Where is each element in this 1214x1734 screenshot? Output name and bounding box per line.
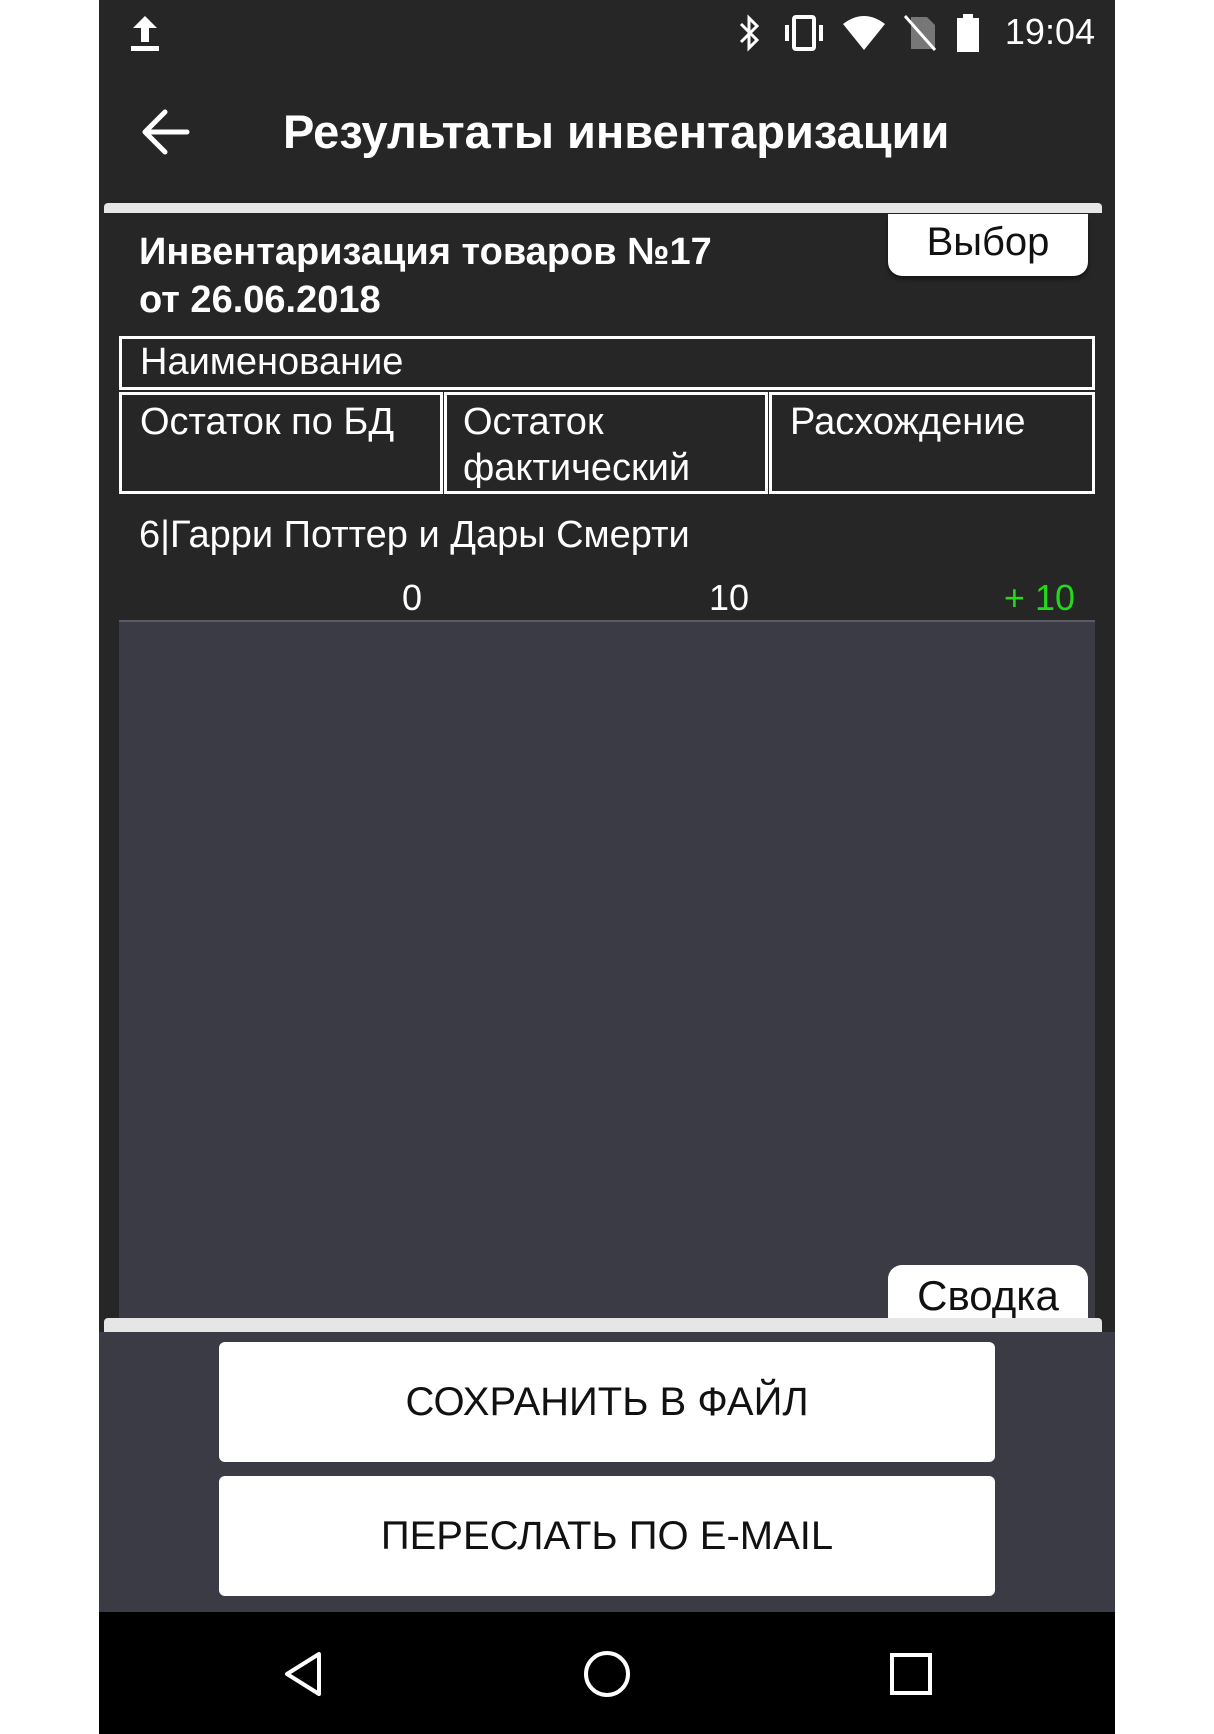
- document-title: Инвентаризация товаров №17 от 26.06.2018: [139, 228, 839, 324]
- vibrate-icon: [785, 15, 823, 51]
- row-difference: + 10: [1003, 577, 1075, 618]
- column-header-actual-stock-line1: Остаток: [463, 401, 604, 443]
- column-header-difference: Расхождение: [769, 392, 1095, 494]
- upload-icon: [131, 16, 159, 51]
- select-button[interactable]: Выбор: [888, 214, 1088, 276]
- row-actual-stock: 10: [709, 577, 750, 618]
- save-to-file-button[interactable]: СОХРАНИТЬ В ФАЙЛ: [219, 1342, 995, 1462]
- column-header-db-stock: Остаток по БД: [119, 392, 443, 494]
- home-circle-icon[interactable]: [581, 1648, 633, 1700]
- wifi-icon: [843, 16, 885, 50]
- document-title-line1: Инвентаризация товаров №17: [139, 231, 712, 273]
- items-list-area: [119, 620, 1095, 1322]
- recents-square-icon[interactable]: [885, 1648, 937, 1700]
- no-sim-icon: [903, 15, 937, 51]
- battery-icon: [957, 14, 979, 52]
- navigation-bar: [99, 1612, 1115, 1734]
- panel-bottom-border: [104, 1318, 1102, 1332]
- panel-top-border: [104, 203, 1102, 213]
- bluetooth-icon: [739, 14, 760, 52]
- back-triangle-icon[interactable]: [279, 1648, 331, 1700]
- status-time: 19:04: [1004, 11, 1095, 52]
- document-title-line2: от 26.06.2018: [139, 279, 381, 321]
- actions-area: СОХРАНИТЬ В ФАЙЛ ПЕРЕСЛАТЬ ПО E-MAIL: [99, 1332, 1115, 1612]
- page-title: Результаты инвентаризации: [283, 105, 950, 158]
- app-header: Результаты инвентаризации: [99, 66, 1115, 200]
- column-header-actual-stock: Остаток фактический: [444, 392, 768, 494]
- arrow-left-icon[interactable]: [139, 106, 191, 158]
- column-header-name: Наименование: [119, 336, 1095, 390]
- status-bar: 19:04: [99, 0, 1115, 66]
- send-email-button[interactable]: ПЕРЕСЛАТЬ ПО E-MAIL: [219, 1476, 995, 1596]
- row-item-name: 6|Гарри Поттер и Дары Смерти: [139, 514, 690, 556]
- row-db-stock: 0: [402, 577, 423, 618]
- phone-screen: 19:04 Результаты инвентаризации Инвентар…: [99, 0, 1115, 1734]
- column-header-actual-stock-line2: фактический: [463, 447, 691, 489]
